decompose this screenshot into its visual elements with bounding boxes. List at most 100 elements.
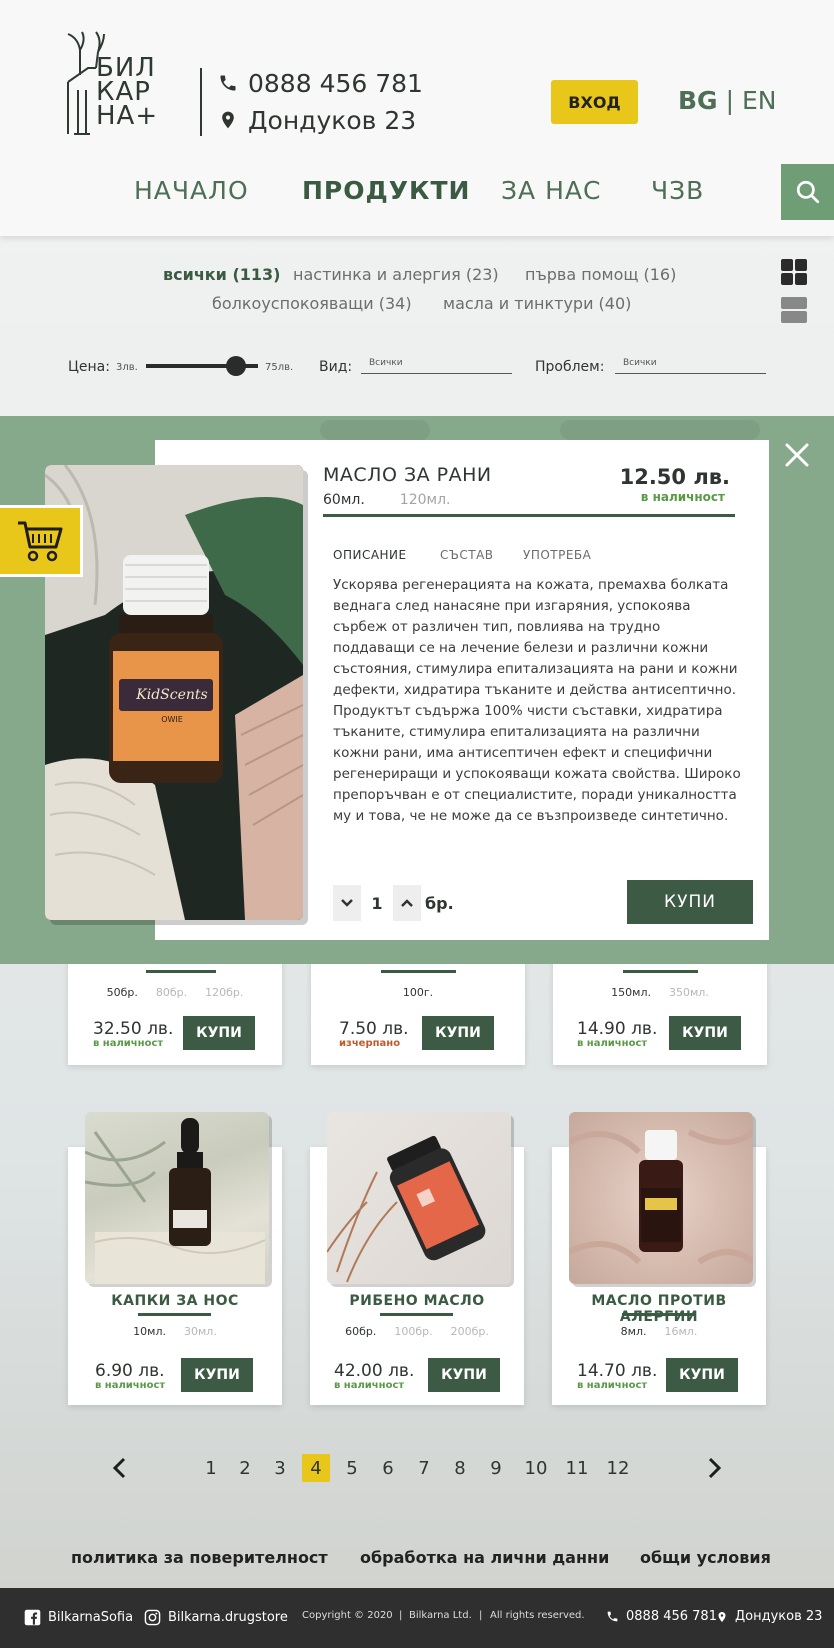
page-link-7[interactable]: 7 [410,1454,438,1482]
category-oils-tinctures[interactable]: масла и тинктури (40) [443,294,631,313]
page-link-11[interactable]: 11 [563,1454,591,1482]
tab-usage[interactable]: УПОТРЕБА [523,548,591,562]
modal-buy-button[interactable]: КУПИ [627,880,753,924]
header-address[interactable]: Дондуков 23 [218,104,416,136]
brand-logo[interactable]: БИЛ КАР НА+ [60,30,170,140]
size-option[interactable]: 150мл. [611,986,651,999]
size-option[interactable]: 80бр. [156,986,187,999]
size-option[interactable]: 120мл. [400,492,451,508]
product-name[interactable]: КАПКИ ЗА НОС [68,1293,282,1309]
page-link-12[interactable]: 12 [604,1454,632,1482]
page-link-3[interactable]: 3 [266,1454,294,1482]
supplement-jar-image [327,1135,486,1283]
prev-page-icon[interactable] [108,1455,132,1481]
page-link-current[interactable]: 4 [302,1454,330,1482]
size-option[interactable]: 120бр. [205,986,243,999]
buy-button[interactable]: КУПИ [666,1358,738,1392]
nav-item-home[interactable]: НАЧАЛО [134,176,249,205]
footer-facebook-link[interactable]: BilkarnaSofia [24,1609,133,1626]
product-image-fish-oil[interactable] [327,1112,511,1284]
company-name: Bilkarna Ltd. [409,1610,472,1621]
product-name[interactable]: МАСЛО ПРОТИВ АЛЕРГИИ [552,1293,766,1325]
product-image-nose-drops[interactable] [85,1112,269,1284]
stock-status: в наличност [95,1380,166,1391]
page-link-10[interactable]: 10 [522,1454,550,1482]
quantity-increase-button[interactable] [393,885,421,921]
product-name-underline [381,970,456,973]
page-link-2[interactable]: 2 [231,1454,259,1482]
product-name[interactable]: РИБЕНО МАСЛО [310,1293,524,1309]
size-option[interactable]: 100г. [403,986,433,999]
size-option[interactable]: 30мл. [184,1325,217,1338]
grid-view-icon[interactable] [781,259,807,285]
price-min: 3лв. [116,362,138,373]
page-link-5[interactable]: 5 [338,1454,366,1482]
type-label: Вид: [319,359,353,375]
size-option[interactable]: 100бр. [394,1325,432,1338]
quantity-value[interactable]: 1 [361,894,393,913]
list-view-icon[interactable] [781,297,807,323]
card-shadow-hint [560,420,760,440]
next-page-icon[interactable] [702,1455,726,1481]
buy-button[interactable]: КУПИ [181,1358,253,1392]
size-option[interactable]: 350мл. [669,986,709,999]
lang-bg-link[interactable]: BG [678,86,718,115]
product-name-underline [380,1313,453,1316]
cart-button[interactable] [0,505,83,577]
phone-text: 0888 456 781 [248,68,423,98]
search-button[interactable] [781,164,834,220]
size-option[interactable]: 50бр. [107,986,138,999]
category-first-aid[interactable]: първа помощ (16) [525,265,676,284]
rights-text: All rights reserved. [490,1610,585,1621]
category-cold-allergy[interactable]: настинка и алергия (23) [293,265,499,284]
price-label: Цена: [68,359,110,375]
footer-address-text: Дондуков 23 [735,1609,823,1624]
buy-button[interactable]: КУПИ [669,1016,741,1050]
footer-address[interactable]: Дондуков 23 [716,1609,822,1624]
stock-status: в наличност [334,1380,405,1391]
product-name-underline [146,970,216,973]
footer-link-personal-data[interactable]: обработка на лични данни [360,1548,609,1567]
modal-title-underline [323,514,735,517]
close-icon[interactable] [782,440,812,470]
type-select[interactable]: Всички [361,354,512,374]
product-image-allergy-oil[interactable] [569,1112,753,1284]
size-option-selected[interactable]: 60мл. [323,492,365,508]
footer-phone[interactable]: 0888 456 781 [606,1609,717,1624]
page-link-8[interactable]: 8 [446,1454,474,1482]
price-slider-handle[interactable] [225,356,246,376]
modal-product-title: МАСЛО ЗА РАНИ [323,464,492,486]
nav-item-faq[interactable]: ЧЗВ [651,176,704,205]
buy-button[interactable]: КУПИ [183,1016,255,1050]
page-link-9[interactable]: 9 [482,1454,510,1482]
modal-product-price: 12.50 лв. [619,465,730,489]
bottle-brand-label: KidScents [136,687,208,703]
buy-button[interactable]: КУПИ [422,1016,494,1050]
footer-link-terms[interactable]: общи условия [640,1548,771,1567]
size-option[interactable]: 8мл. [621,1325,647,1338]
nav-item-products[interactable]: ПРОДУКТИ [302,176,470,205]
tab-description[interactable]: ОПИСАНИЕ [333,548,407,562]
page-link-1[interactable]: 1 [197,1454,225,1482]
size-options: 50бр. 80бр. 120бр. [68,986,282,999]
buy-button[interactable]: КУПИ [428,1358,500,1392]
problem-select[interactable]: Всички [615,354,766,374]
header-phone[interactable]: 0888 456 781 [218,67,423,99]
size-option[interactable]: 16мл. [665,1325,698,1338]
footer-instagram-link[interactable]: Bilkarna.drugstore [144,1609,288,1626]
price-max: 75лв. [265,362,294,373]
category-painkillers[interactable]: болкоуспокояващи (34) [212,294,412,313]
size-option[interactable]: 200бр. [451,1325,489,1338]
quantity-decrease-button[interactable] [333,885,361,921]
nav-item-about[interactable]: ЗА НАС [501,176,601,205]
tab-composition[interactable]: СЪСТАВ [440,548,494,562]
footer-link-privacy[interactable]: политика за поверителност [71,1548,328,1567]
login-button[interactable]: ВХОД [551,80,638,124]
page-link-6[interactable]: 6 [374,1454,402,1482]
size-option[interactable]: 60бр. [345,1325,376,1338]
modal-stock-status: в наличност [640,490,725,504]
card-shadow-hint [320,420,430,440]
lang-en-link[interactable]: EN [742,86,777,115]
category-all[interactable]: всички (113) [163,265,280,284]
size-option[interactable]: 10мл. [133,1325,166,1338]
